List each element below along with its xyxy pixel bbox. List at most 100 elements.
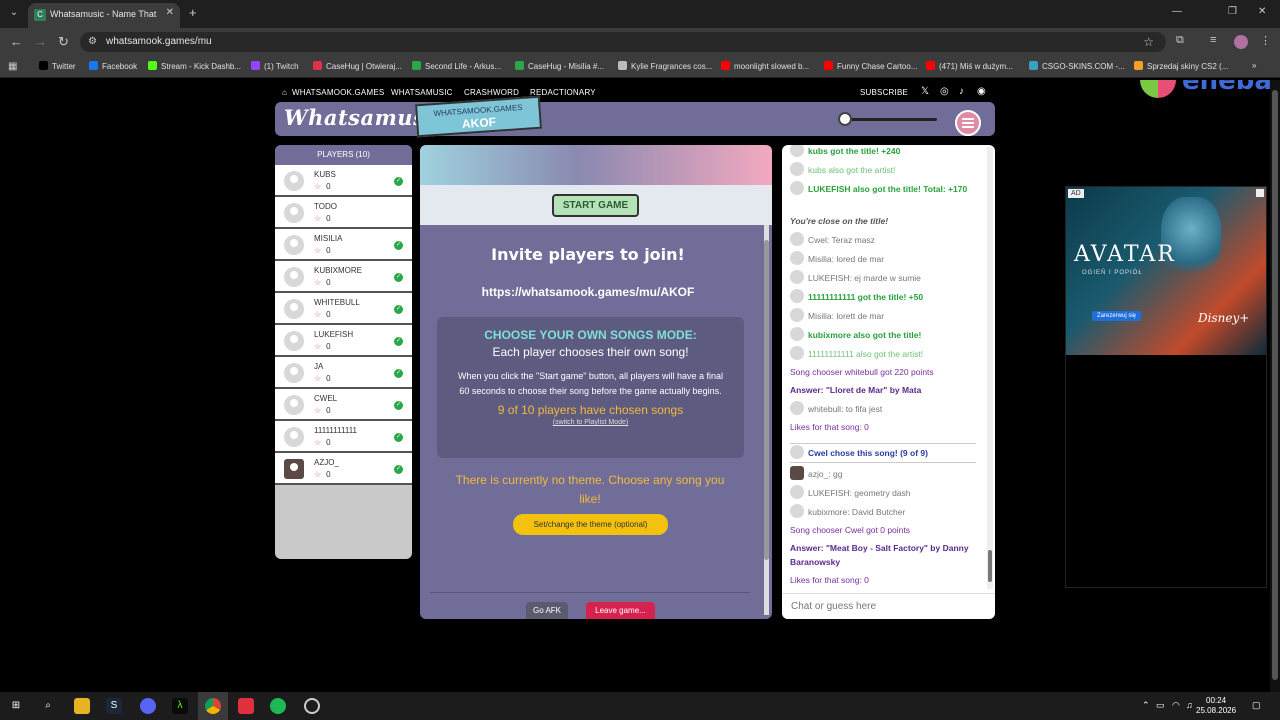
bookmark-item[interactable]: CSGO-SKINS.COM -... (1029, 61, 1125, 71)
star-icon[interactable]: ☆ (314, 406, 321, 415)
search-icon[interactable]: ⌕ (40, 698, 56, 714)
switch-to-playlist-link[interactable]: (switch to Playlist Mode) (437, 419, 744, 426)
nav-link-whatsamusic[interactable]: WHATSAMUSIC (391, 88, 453, 97)
chat-message: Song chooser whitebull got 220 points (790, 365, 980, 379)
site-info-icon[interactable]: ⚙ (88, 36, 97, 47)
player-name: KUBIXMORE (314, 266, 363, 275)
chat-message-text: Likes for that song: 0 (790, 575, 869, 585)
app-icon[interactable] (238, 698, 254, 714)
media-control-icon[interactable]: ≡ (1210, 34, 1216, 46)
bookmark-item[interactable]: (471) Miś w dużym... (926, 61, 1013, 71)
bookmark-star-icon[interactable]: ☆ (1143, 35, 1154, 49)
browser-tab[interactable]: C Whatsamusic - Name That Tune ✕ (28, 3, 180, 28)
tab-close-icon[interactable]: ✕ (166, 7, 174, 18)
system-clock[interactable]: 00:24 25.08.2026 (1196, 696, 1236, 716)
start-icon[interactable]: ⊞ (8, 698, 24, 714)
chat-message-text: Answer: "Meat Boy - Salt Factory" by Dan… (790, 543, 969, 567)
volume-icon[interactable]: ♫ (1186, 700, 1193, 710)
bookmark-item[interactable]: Twitter (39, 61, 76, 71)
address-bar[interactable]: ⚙ whatsamook.games/mu ☆ (80, 32, 1166, 52)
spotify-icon[interactable] (270, 698, 286, 714)
bookmark-item[interactable]: Kylie Fragrances cos... (618, 61, 712, 71)
chat-message: You're close on the title! (790, 214, 980, 228)
set-theme-button[interactable]: Set/change the theme (optional) (513, 514, 668, 535)
tray-chevron-icon[interactable]: ⌃ (1142, 700, 1150, 711)
obs-icon[interactable] (304, 698, 320, 714)
volume-slider-knob[interactable] (838, 112, 852, 126)
bookmark-favicon-icon (89, 61, 98, 70)
bookmark-item[interactable]: Facebook (89, 61, 137, 71)
star-icon[interactable]: ☆ (314, 278, 321, 287)
extensions-icon[interactable]: ⧉ (1176, 34, 1184, 47)
start-band: START GAME (420, 185, 772, 225)
nav-home-icon[interactable]: ⌂ (282, 88, 287, 97)
star-icon[interactable]: ☆ (314, 342, 321, 351)
game-scrollbar-thumb[interactable] (764, 240, 769, 560)
chrome-icon[interactable] (205, 698, 221, 714)
bookmark-item[interactable]: CaseHug - Misilia #... (515, 61, 604, 71)
star-icon[interactable]: ☆ (314, 310, 321, 319)
reload-icon[interactable]: ↻ (58, 34, 69, 50)
close-window-icon[interactable]: ✕ (1258, 6, 1266, 17)
player-name: TODO (314, 202, 337, 211)
volume-slider-track[interactable] (841, 118, 937, 121)
star-icon[interactable]: ☆ (314, 470, 321, 479)
ad-subtitle: OGIEŃ I POPIÓŁ (1082, 270, 1143, 276)
nav-link-redactionary[interactable]: REDACTIONARY (530, 88, 596, 97)
discord-app-icon[interactable] (140, 698, 156, 714)
bookmark-item[interactable]: Second Life - Arkus... (412, 61, 501, 71)
ad-info-icon[interactable] (1256, 189, 1264, 197)
nav-link-whatsamook[interactable]: WHATSAMOOK.GAMES (292, 88, 384, 97)
restore-icon[interactable]: ❐ (1228, 6, 1237, 17)
songs-chosen-count: 9 of 10 players have chosen songs (497, 403, 684, 417)
bookmark-label: Twitter (52, 62, 76, 71)
chat-avatar (790, 289, 804, 303)
start-game-button[interactable]: START GAME (552, 194, 639, 217)
tab-search-icon[interactable]: ⌄ (6, 5, 22, 21)
chrome-menu-icon[interactable]: ⋮ (1260, 34, 1271, 47)
wifi-icon[interactable]: ◠ (1172, 700, 1180, 711)
player-score: ☆ 0 (314, 438, 331, 447)
nav-link-subscribe[interactable]: SUBSCRIBE (860, 88, 908, 97)
kick-app-icon[interactable]: λ (172, 698, 188, 714)
profile-avatar-icon[interactable] (1234, 35, 1248, 49)
eneba-ad-text[interactable]: eneba (1182, 80, 1272, 96)
chat-scrollbar[interactable] (987, 147, 993, 589)
avatar-ad[interactable]: AD AVATAR OGIEŃ I POPIÓŁ Zarezerwuj się … (1066, 187, 1266, 355)
ad-cta-button[interactable]: Zarezerwuj się (1092, 311, 1142, 321)
star-icon[interactable]: ☆ (314, 214, 321, 223)
star-icon[interactable]: ☆ (314, 374, 321, 383)
file-explorer-icon[interactable] (74, 698, 90, 714)
network-icon[interactable]: ▭ (1156, 700, 1165, 711)
twitter-icon[interactable]: 𝕏 (921, 86, 929, 97)
page-scrollbar-thumb[interactable] (1272, 90, 1278, 680)
go-afk-button[interactable]: Go AFK (526, 602, 568, 619)
bookmark-item[interactable]: Sprzedaj skiny CS2 (... (1134, 61, 1228, 71)
invite-url[interactable]: https://whatsamook.games/mu/AKOF (420, 285, 756, 299)
apps-grid-icon[interactable]: ▦ (8, 61, 17, 72)
hamburger-menu-button[interactable] (955, 110, 981, 136)
bookmarks-overflow-icon[interactable]: » (1252, 61, 1256, 70)
forward-icon[interactable]: → (34, 34, 47, 49)
bookmark-item[interactable]: Funny Chase Cartoo... (824, 61, 917, 71)
steam-icon[interactable]: S (106, 698, 122, 714)
nav-link-crashword[interactable]: CRASHWORD (464, 88, 519, 97)
tiktok-icon[interactable]: ♪ (959, 86, 964, 97)
star-icon[interactable]: ☆ (314, 182, 321, 191)
leave-game-button[interactable]: Leave game... (586, 602, 655, 619)
chat-input[interactable] (791, 594, 971, 618)
chat-scrollbar-thumb[interactable] (988, 550, 992, 582)
notifications-icon[interactable]: ▢ (1252, 700, 1261, 711)
player-avatar (284, 395, 304, 415)
instagram-icon[interactable]: ◎ (940, 86, 949, 97)
star-icon[interactable]: ☆ (314, 438, 321, 447)
discord-icon[interactable]: ◉ (977, 86, 986, 97)
minimize-icon[interactable]: — (1172, 6, 1182, 17)
back-icon[interactable]: ← (10, 34, 23, 49)
bookmark-item[interactable]: (1) Twitch (251, 61, 299, 71)
bookmark-item[interactable]: moonlight slowed b... (721, 61, 809, 71)
bookmark-item[interactable]: CaseHug | Otwieraj... (313, 61, 402, 71)
bookmark-item[interactable]: Stream - Kick Dashb... (148, 61, 241, 71)
new-tab-icon[interactable]: + (189, 5, 197, 20)
star-icon[interactable]: ☆ (314, 246, 321, 255)
